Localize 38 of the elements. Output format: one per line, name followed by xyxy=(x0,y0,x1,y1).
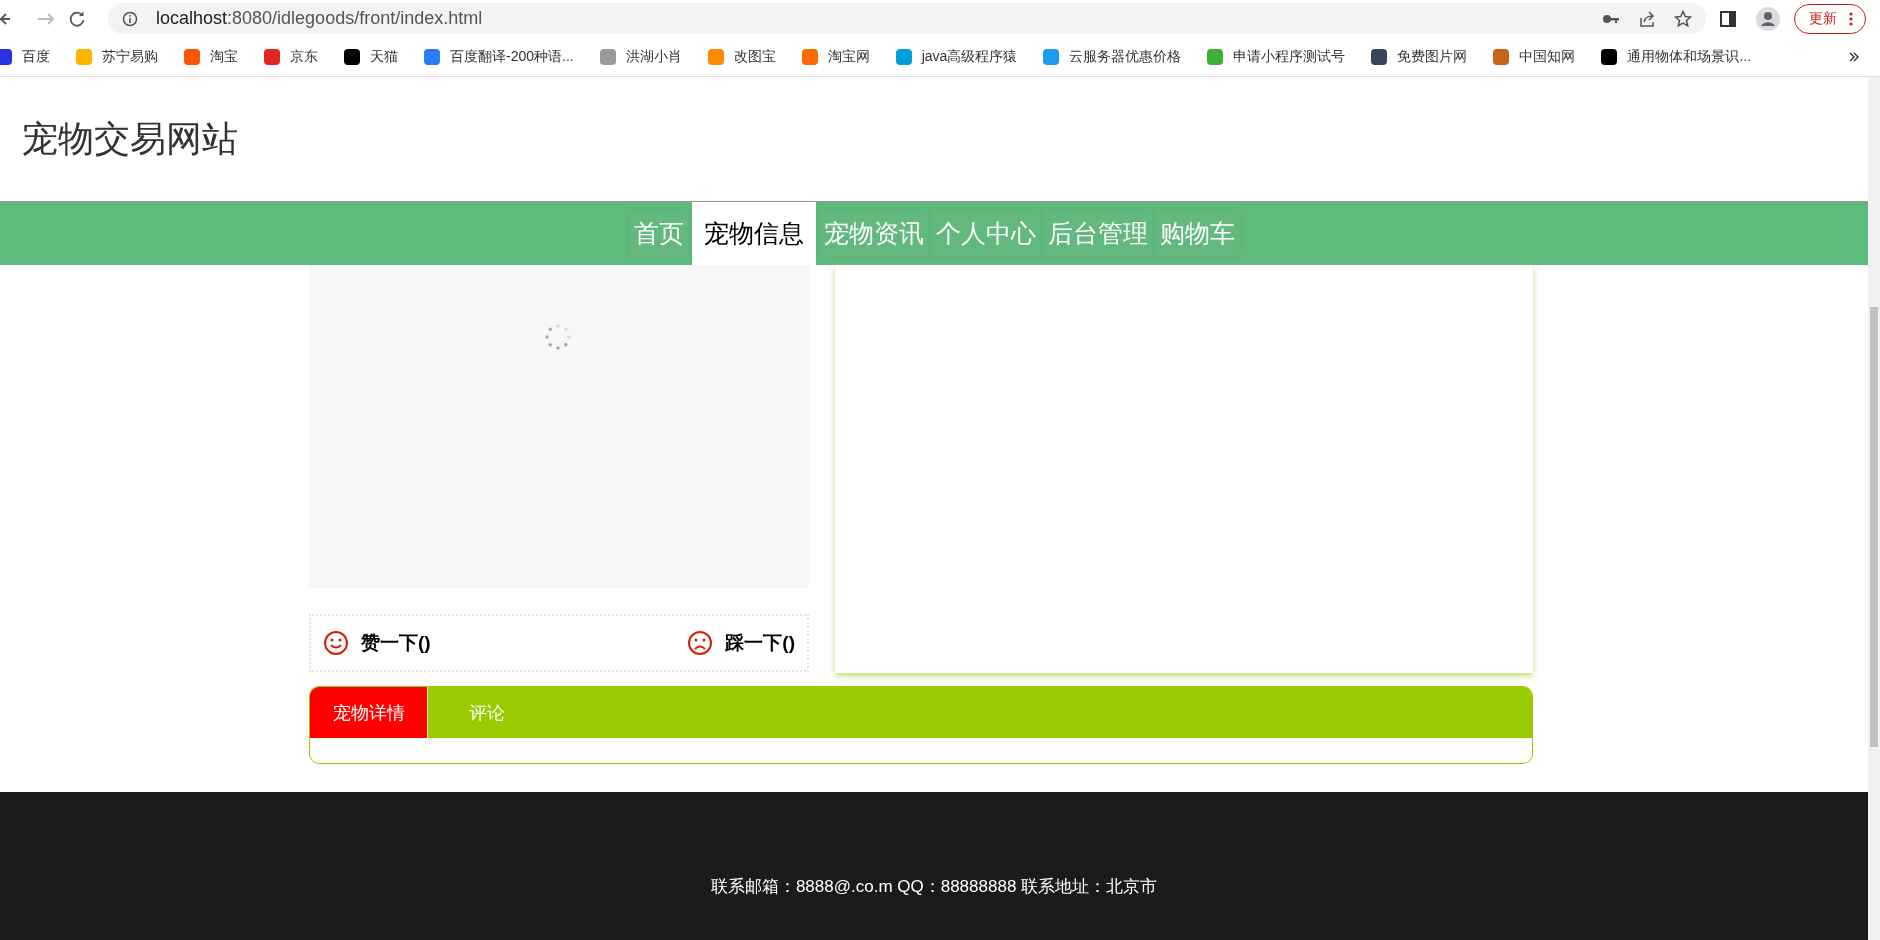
bookmark-item[interactable]: 中国知网 xyxy=(1493,47,1576,66)
side-panel-icon[interactable] xyxy=(1720,10,1736,27)
bookmark-item[interactable]: 淘宝网 xyxy=(801,47,870,66)
bookmark-item[interactable]: 京东 xyxy=(264,47,318,66)
nav-tab[interactable]: 宠物信息 xyxy=(691,202,816,265)
bookmark-item[interactable]: 洪湖小肖 xyxy=(599,47,682,66)
address-bar[interactable]: localhost:8080/idlegoods/front/index.html xyxy=(108,3,1706,34)
star-icon[interactable] xyxy=(1674,9,1692,28)
loading-spinner-icon xyxy=(543,322,573,352)
share-icon[interactable] xyxy=(1638,9,1656,28)
update-button[interactable]: 更新 xyxy=(1794,3,1866,34)
bookmark-item[interactable]: 申请小程序测试号 xyxy=(1207,47,1346,66)
chevron-icon[interactable] xyxy=(1848,50,1860,63)
bookmark-item[interactable]: 免费图片网 xyxy=(1371,47,1468,66)
bookmark-item[interactable]: 百度 xyxy=(0,47,50,66)
dislike-button[interactable]: 踩一下() xyxy=(687,630,795,656)
bookmark-item[interactable]: 云服务器优惠价格 xyxy=(1043,47,1182,66)
bookmark-item[interactable]: 苏宁易购 xyxy=(76,47,158,66)
contact-info: 联系邮箱：8888@.co.m QQ：88888888 联系地址：北京市 xyxy=(710,875,1158,898)
bookmark-item[interactable]: 天猫 xyxy=(344,47,398,66)
key-icon[interactable] xyxy=(1602,12,1620,25)
profile-avatar-icon[interactable] xyxy=(1756,6,1780,31)
frown-icon xyxy=(687,630,714,656)
smile-icon xyxy=(323,630,349,656)
reload-icon[interactable] xyxy=(68,9,86,28)
bookmark-item[interactable]: java高级程序猿 xyxy=(895,47,1018,66)
bookmark-item[interactable]: 改图宝 xyxy=(707,47,776,66)
more-icon xyxy=(1849,11,1853,26)
bookmark-item[interactable]: 百度翻译-200种语... xyxy=(424,47,574,66)
like-button[interactable]: 赞一下() xyxy=(323,630,431,656)
back-icon[interactable] xyxy=(0,11,10,26)
site-title: 宠物交易网站 xyxy=(22,116,238,161)
scrollbar[interactable] xyxy=(1868,77,1880,940)
url-text: localhost:8080/idlegoods/front/index.html xyxy=(156,8,483,29)
info-icon[interactable] xyxy=(122,10,138,27)
bookmark-item[interactable]: 淘宝 xyxy=(184,47,238,66)
bookmark-item[interactable]: 通用物体和场景识... xyxy=(1601,47,1752,66)
detail-tab[interactable]: 宠物详情 xyxy=(310,687,428,738)
